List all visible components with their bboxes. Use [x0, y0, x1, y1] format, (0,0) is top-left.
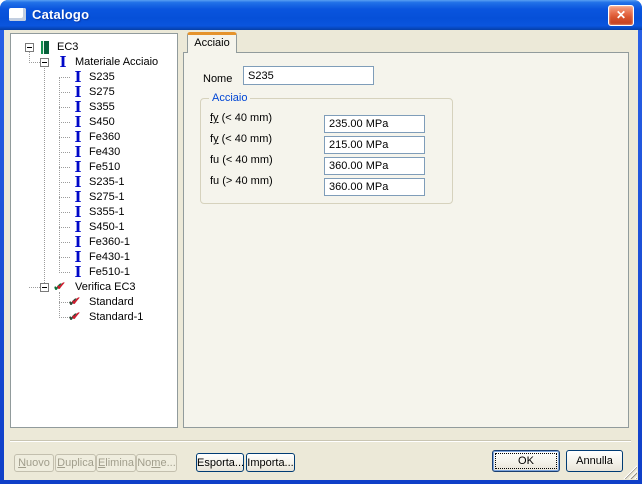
tree-item-fe430[interactable]: I Fe430	[11, 145, 177, 160]
ibeam-blue-icon: I	[59, 53, 67, 71]
tree-item-label: Fe430	[89, 146, 121, 158]
window-icon	[9, 8, 26, 21]
tree-item-label: S235	[89, 71, 115, 83]
beam-green-icon	[41, 41, 49, 54]
tree-item-standard[interactable]: ✔ ✔ Standard	[11, 295, 177, 310]
acciaio-group-label: Acciaio	[209, 92, 251, 104]
tree-item-label: Fe510-1	[89, 266, 130, 278]
expander-minus-icon[interactable]	[40, 283, 49, 292]
tree-connector-stub	[59, 227, 70, 228]
fu1-input[interactable]	[324, 157, 425, 175]
tree-connector-stub	[59, 272, 70, 273]
tree-item-label: Fe510	[89, 161, 121, 173]
tree-item-s235[interactable]: I S235	[11, 70, 177, 85]
tree-item-label: S275-1	[89, 191, 125, 203]
tab-acciaio-label: Acciaio	[194, 37, 230, 49]
importa-button[interactable]: Importa...	[246, 453, 295, 472]
fu1-label: fu (< 40 mm)	[210, 154, 273, 166]
close-icon: ✕	[615, 8, 627, 22]
fy2-input[interactable]	[324, 136, 425, 154]
fu2-input[interactable]	[324, 178, 425, 196]
tab-page-acciaio: Nome Acciaio fy (< 40 mm) fy (< 40 mm) f…	[183, 52, 629, 428]
check-glyph: ✔	[71, 309, 82, 323]
ok-button[interactable]: OK	[492, 450, 560, 472]
annulla-button[interactable]: Annulla	[566, 450, 623, 472]
tree-connector-stub	[59, 182, 70, 183]
tree-connector-stub	[59, 152, 70, 153]
check-green-red-icon: ✔ ✔	[53, 279, 71, 295]
nome-button[interactable]: Nome...	[136, 454, 177, 472]
tree-connector-stub	[59, 257, 70, 258]
fy1-input[interactable]	[324, 115, 425, 133]
tree-item-label: Verifica EC3	[75, 281, 136, 293]
tree-connector-stub	[29, 287, 40, 288]
tree-item-s275[interactable]: I S275	[11, 85, 177, 100]
check-red-icon: ✔ ✔	[68, 309, 86, 325]
fy1-label: fy (< 40 mm)	[210, 112, 273, 124]
expander-minus-icon[interactable]	[40, 58, 49, 67]
resize-grip[interactable]	[623, 465, 637, 479]
tree-item-standard-1[interactable]: ✔ ✔ Standard-1	[11, 310, 177, 325]
ibeam-blue-icon: I	[74, 263, 82, 281]
tree-item-fe430-1[interactable]: I Fe430-1	[11, 250, 177, 265]
tree-item-verifica-ec3[interactable]: ✔ ✔ Verifica EC3	[11, 280, 177, 295]
esporta-button[interactable]: Esporta...	[196, 453, 244, 472]
nuovo-button[interactable]: Nuovo	[14, 454, 54, 472]
tree-item-fe510[interactable]: I Fe510	[11, 160, 177, 175]
tree-item-label: Fe360-1	[89, 236, 130, 248]
fy2-label: fy (< 40 mm)	[210, 133, 273, 145]
tree-item-label: S450-1	[89, 221, 125, 233]
tree-connector-stub	[59, 167, 70, 168]
tree-connector-stub	[59, 137, 70, 138]
tree-item-s450-1[interactable]: I S450-1	[11, 220, 177, 235]
tree-item-fe510-1[interactable]: I Fe510-1	[11, 265, 177, 280]
close-button[interactable]: ✕	[608, 5, 634, 26]
material-tree[interactable]: EC3 I Materiale Acciaio I S235 I S275 I S355 I S45…	[10, 33, 178, 428]
nome-label: Nome	[203, 73, 233, 85]
tree-item-label: Standard-1	[89, 311, 144, 323]
tree-item-ec3[interactable]: EC3	[11, 40, 177, 55]
tree-connector-stub	[59, 197, 70, 198]
tree-connector-stub	[59, 122, 70, 123]
tree-connector-stub	[29, 62, 40, 63]
tree-item-s355[interactable]: I S355	[11, 100, 177, 115]
elimina-button[interactable]: Elimina	[96, 454, 136, 472]
check-red-icon: ✔ ✔	[68, 294, 86, 310]
tree-item-label: S275	[89, 86, 115, 98]
tree-item-label: S450	[89, 116, 115, 128]
check-glyph: ✔	[71, 294, 82, 308]
tree-item-s355-1[interactable]: I S355-1	[11, 205, 177, 220]
catalogo-dialog: Catalogo ✕ EC3 I Materiale Acciaio I S235 I S2…	[0, 0, 642, 484]
tree-connector-stub	[59, 212, 70, 213]
tree-item-label: Fe430-1	[89, 251, 130, 263]
expander-minus-icon[interactable]	[25, 43, 34, 52]
tree-item-s235-1[interactable]: I S235-1	[11, 175, 177, 190]
tab-acciaio[interactable]: Acciaio	[187, 32, 237, 53]
tree-item-s450[interactable]: I S450	[11, 115, 177, 130]
separator	[10, 440, 631, 442]
tree-item-materiale-acciaio[interactable]: I Materiale Acciaio	[11, 55, 177, 70]
tree-connector-stub	[59, 242, 70, 243]
tree-connector-stub	[59, 77, 70, 78]
tree-item-fe360[interactable]: I Fe360	[11, 130, 177, 145]
check-glyph: ✔	[56, 279, 67, 293]
tree-item-label: S355-1	[89, 206, 125, 218]
duplica-button[interactable]: Duplica	[55, 454, 96, 472]
dialog-body: EC3 I Materiale Acciaio I S235 I S275 I S355 I S45…	[4, 30, 638, 480]
fu2-label: fu (> 40 mm)	[210, 175, 273, 187]
tree-item-label: S235-1	[89, 176, 125, 188]
tree-item-label: Standard	[89, 296, 134, 308]
tree-item-label: Fe360	[89, 131, 121, 143]
window-title: Catalogo	[32, 7, 90, 22]
tree-item-label: Materiale Acciaio	[75, 56, 159, 68]
tree-connector-stub	[59, 92, 70, 93]
acciaio-groupbox: Acciaio fy (< 40 mm) fy (< 40 mm) fu (< …	[200, 92, 453, 204]
tree-item-s275-1[interactable]: I S275-1	[11, 190, 177, 205]
titlebar[interactable]: Catalogo ✕	[0, 0, 642, 30]
tree-item-label: S355	[89, 101, 115, 113]
nome-input[interactable]	[243, 66, 374, 85]
tree-item-fe360-1[interactable]: I Fe360-1	[11, 235, 177, 250]
tree-connector-stub	[59, 107, 70, 108]
